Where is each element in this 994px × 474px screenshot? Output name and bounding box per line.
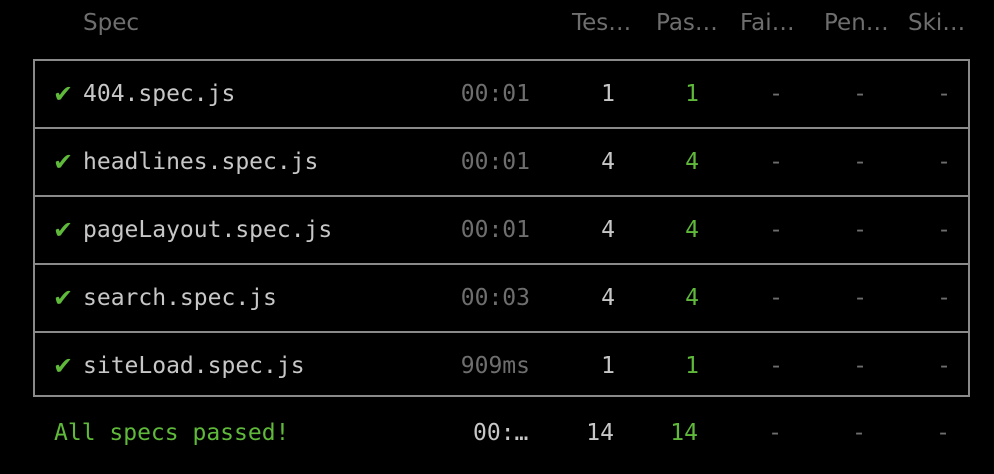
check-icon: ✔ xyxy=(53,80,74,108)
table-row: ✔ siteLoad.spec.js 909ms 1 1 - - - xyxy=(35,333,968,401)
spec-skipped-count: - xyxy=(937,81,951,107)
check-icon: ✔ xyxy=(53,284,74,312)
column-header-passing: Pas… xyxy=(656,10,718,36)
spec-passing-count: 1 xyxy=(685,81,699,107)
check-icon: ✔ xyxy=(53,216,74,244)
column-header-failing: Fai… xyxy=(740,10,795,36)
summary-pending-count: - xyxy=(852,420,866,446)
summary-passing-count: 14 xyxy=(670,420,698,446)
spec-tests-count: 4 xyxy=(601,149,615,175)
column-header-skipped: Ski… xyxy=(908,10,966,36)
spec-failing-count: - xyxy=(769,81,783,107)
column-header-tests: Tes… xyxy=(572,10,632,36)
column-header-spec: Spec xyxy=(83,10,139,36)
check-icon: ✔ xyxy=(53,148,74,176)
spec-tests-count: 1 xyxy=(601,353,615,379)
spec-tests-count: 4 xyxy=(601,217,615,243)
spec-duration: 909ms xyxy=(460,353,530,379)
spec-tests-count: 4 xyxy=(601,285,615,311)
summary-skipped-count: - xyxy=(936,420,950,446)
table-row: ✔ 404.spec.js 00:01 1 1 - - - xyxy=(35,61,968,129)
spec-skipped-count: - xyxy=(937,353,951,379)
spec-failing-count: - xyxy=(769,149,783,175)
spec-failing-count: - xyxy=(769,353,783,379)
results-summary: All specs passed! 00:… 14 14 - - - xyxy=(0,400,994,466)
spec-name: search.spec.js xyxy=(83,285,277,311)
spec-pending-count: - xyxy=(853,81,867,107)
spec-name: headlines.spec.js xyxy=(83,149,319,175)
spec-skipped-count: - xyxy=(937,217,951,243)
summary-failing-count: - xyxy=(768,420,782,446)
spec-pending-count: - xyxy=(853,285,867,311)
table-row: ✔ pageLayout.spec.js 00:01 4 4 - - - xyxy=(35,197,968,265)
spec-name: siteLoad.spec.js xyxy=(83,353,305,379)
summary-message: All specs passed! xyxy=(54,420,290,446)
spec-skipped-count: - xyxy=(937,285,951,311)
spec-passing-count: 4 xyxy=(685,149,699,175)
results-table-header: Spec Tes… Pas… Fai… Pen… Ski… xyxy=(0,0,994,54)
spec-pending-count: - xyxy=(853,217,867,243)
column-header-pending: Pen… xyxy=(824,10,889,36)
spec-duration: 00:01 xyxy=(460,81,530,107)
spec-passing-count: 4 xyxy=(685,217,699,243)
table-row: ✔ search.spec.js 00:03 4 4 - - - xyxy=(35,265,968,333)
spec-pending-count: - xyxy=(853,149,867,175)
results-table: ✔ 404.spec.js 00:01 1 1 - - - ✔ headline… xyxy=(33,59,970,397)
spec-duration: 00:01 xyxy=(460,149,530,175)
spec-pending-count: - xyxy=(853,353,867,379)
spec-duration: 00:01 xyxy=(460,217,530,243)
spec-failing-count: - xyxy=(769,285,783,311)
summary-tests-count: 14 xyxy=(586,420,614,446)
check-icon: ✔ xyxy=(53,352,74,380)
spec-passing-count: 4 xyxy=(685,285,699,311)
table-row: ✔ headlines.spec.js 00:01 4 4 - - - xyxy=(35,129,968,197)
spec-skipped-count: - xyxy=(937,149,951,175)
spec-tests-count: 1 xyxy=(601,81,615,107)
summary-duration: 00:… xyxy=(473,420,529,446)
spec-name: 404.spec.js xyxy=(83,81,236,107)
spec-name: pageLayout.spec.js xyxy=(83,217,333,243)
spec-passing-count: 1 xyxy=(685,353,699,379)
spec-duration: 00:03 xyxy=(460,285,530,311)
spec-failing-count: - xyxy=(769,217,783,243)
